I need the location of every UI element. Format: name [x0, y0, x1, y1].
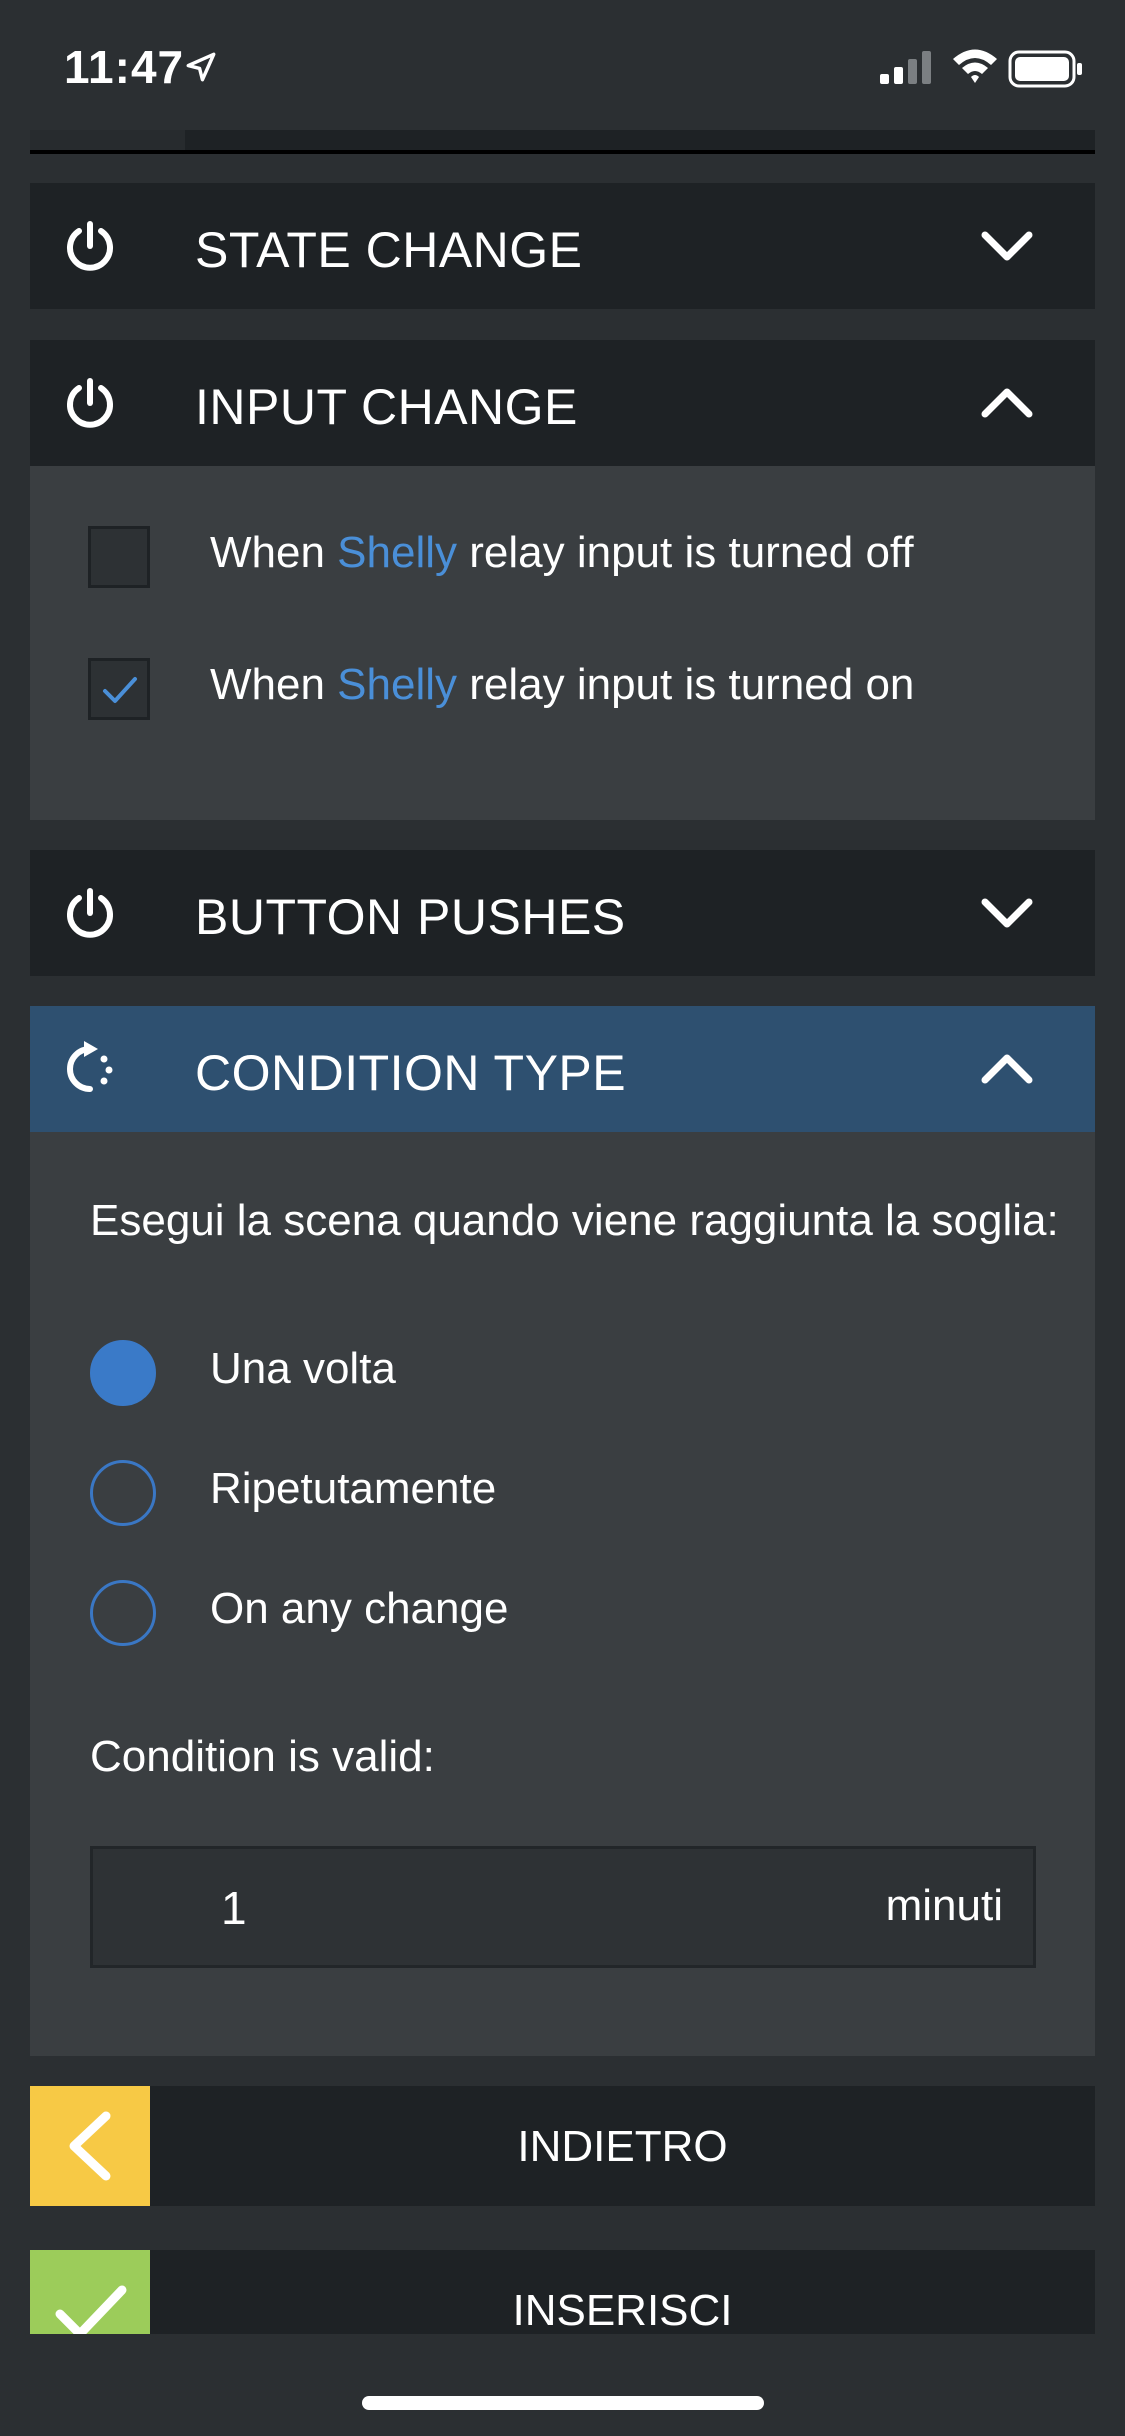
chevron-up-icon [981, 388, 1033, 418]
back-label: INDIETRO [517, 2122, 728, 2171]
power-icon [67, 888, 113, 938]
condition-type-panel: Esegui la scena quando viene raggiunta l… [30, 1132, 1095, 2056]
back-swatch [30, 2086, 150, 2206]
chevron-up-icon [981, 1054, 1033, 1084]
section-header-button-pushes[interactable]: BUTTON PUSHES [30, 850, 1095, 976]
threshold-prompt: Esegui la scena quando viene raggiunta l… [90, 1196, 1059, 1245]
section-title: STATE CHANGE [195, 222, 583, 278]
section-title: INPUT CHANGE [195, 379, 578, 435]
device-link[interactable]: Shelly [337, 660, 457, 709]
chevron-down-icon [981, 898, 1033, 928]
option-label-input-off: When Shelly relay input is turned off [210, 528, 914, 578]
insert-swatch [30, 2250, 150, 2334]
radio-label-una-volta: Una volta [210, 1344, 396, 1393]
validity-label: Condition is valid: [90, 1732, 435, 1781]
power-icon [67, 221, 113, 271]
location-arrow-icon [186, 52, 216, 82]
duration-unit: minuti [885, 1881, 1003, 1930]
label-prefix: When [210, 528, 338, 577]
checkmark-icon [103, 677, 137, 703]
insert-button[interactable]: INSERISCI [30, 2250, 1095, 2334]
label-suffix: relay input is turned off [457, 528, 914, 577]
status-time: 11:47 [64, 41, 185, 93]
wifi-icon [953, 49, 997, 83]
duration-input[interactable]: 1 minuti [90, 1846, 1036, 1968]
section-title: CONDITION TYPE [195, 1045, 627, 1101]
battery-icon [1008, 50, 1082, 88]
radio-una-volta[interactable] [90, 1340, 156, 1406]
option-label-input-on: When Shelly relay input is turned on [210, 660, 914, 710]
section-header-state-change[interactable]: STATE CHANGE [30, 183, 1095, 309]
power-icon [67, 378, 113, 428]
chevron-down-icon [981, 231, 1033, 261]
label-prefix: When [210, 660, 338, 709]
duration-value: 1 [221, 1882, 247, 1934]
checkmark-icon [55, 2285, 127, 2334]
section-header-input-change[interactable]: INPUT CHANGE [30, 340, 1095, 466]
radio-label-on-any-change: On any change [210, 1584, 509, 1633]
previous-section-edge [30, 130, 1095, 154]
checkbox-input-off[interactable] [88, 526, 150, 588]
input-change-panel: When Shelly relay input is turned off Wh… [30, 466, 1095, 820]
device-link[interactable]: Shelly [337, 528, 457, 577]
section-title: BUTTON PUSHES [195, 889, 626, 945]
back-button[interactable]: INDIETRO [30, 2086, 1095, 2206]
section-header-condition-type[interactable]: CONDITION TYPE [30, 1006, 1095, 1132]
status-bar: 11:47 [0, 0, 1125, 130]
chevron-left-icon [69, 2111, 111, 2181]
label-suffix: relay input is turned on [457, 660, 915, 709]
radio-ripetutamente[interactable] [90, 1460, 156, 1526]
radio-on-any-change[interactable] [90, 1580, 156, 1646]
repeat-icon [67, 1041, 113, 1092]
radio-label-ripetutamente: Ripetutamente [210, 1464, 497, 1513]
home-indicator[interactable] [362, 2396, 764, 2410]
insert-label: INSERISCI [512, 2286, 733, 2334]
cellular-signal-icon [880, 51, 931, 84]
checkbox-input-on[interactable] [88, 658, 150, 720]
